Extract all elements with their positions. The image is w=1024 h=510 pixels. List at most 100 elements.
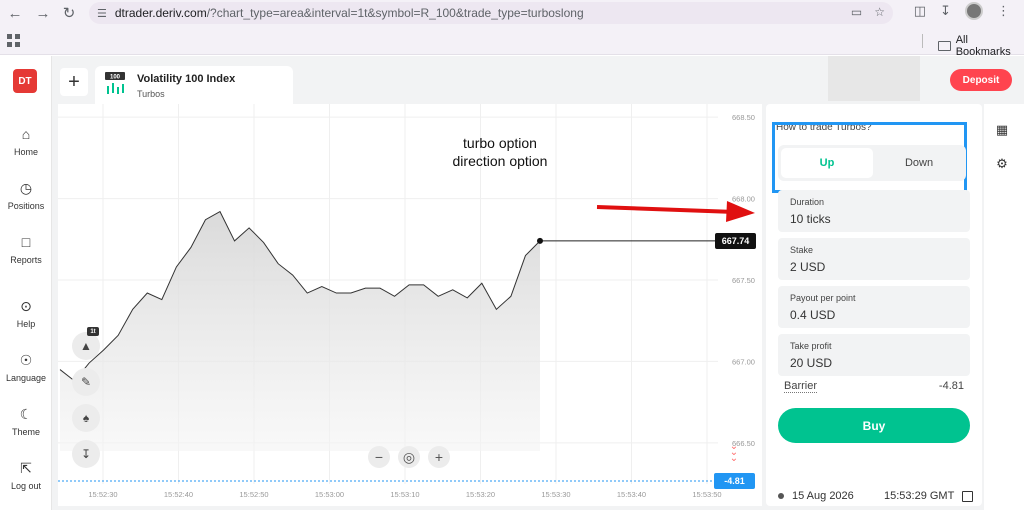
screen-cast-icon[interactable]: ▭ (851, 5, 862, 19)
bookmarks-bar: All Bookmarks (0, 27, 1024, 58)
crosshair-button[interactable]: ◎ (398, 446, 420, 468)
x-tick-label: 15:52:30 (88, 490, 117, 499)
sidebar-item-logout[interactable]: ⇱ Log out (0, 460, 52, 491)
market-subtitle: Turbos (137, 89, 165, 99)
profile-avatar[interactable] (965, 2, 983, 20)
barrier-price-tag: -4.81 (714, 473, 755, 489)
dt-logo[interactable]: DT (13, 69, 37, 93)
field-value: 10 ticks (790, 212, 831, 226)
last-tick-dot (537, 237, 543, 244)
menu-kebab-icon[interactable]: ⋮ (997, 3, 1010, 19)
stake-field[interactable]: Stake 2 USD (778, 238, 970, 280)
reload-icon[interactable]: ↻ (58, 2, 80, 24)
url-host: dtrader.deriv.com (114, 6, 207, 20)
x-tick-label: 15:53:50 (692, 490, 721, 499)
pencil-icon: ✎ (80, 375, 92, 389)
sidebar-item-home[interactable]: ⌂ Home (0, 126, 52, 157)
payout-per-point-field[interactable]: Payout per point 0.4 USD (778, 286, 970, 328)
status-date: 15 Aug 2026 (792, 490, 854, 502)
annotation-line-1: turbo option (463, 135, 537, 151)
fullscreen-icon[interactable] (962, 490, 974, 502)
clock-icon: ◷ (19, 180, 33, 196)
sidebar-item-label: Language (5, 373, 47, 383)
extensions-icon[interactable]: ◫ (914, 3, 926, 19)
sidebar-item-label: Help (16, 319, 36, 329)
trade-params-icon[interactable]: ▦ (994, 122, 1010, 138)
barrier-label[interactable]: Barrier (784, 380, 818, 393)
x-tick-label: 15:52:50 (239, 490, 268, 499)
site-info-icon[interactable]: ☰ (97, 7, 107, 20)
barrier-value: -4.81 (938, 380, 964, 392)
down-button[interactable]: Down (874, 148, 964, 178)
bookmark-star-icon[interactable]: ☆ (874, 5, 885, 19)
status-bar: 15 Aug 2026 15:53:29 GMT (766, 482, 982, 510)
zoom-in-button[interactable]: + (428, 446, 450, 468)
sidebar-item-label: Positions (7, 201, 45, 211)
up-button[interactable]: Up (781, 148, 873, 178)
sidebar-item-reports[interactable]: □ Reports (0, 234, 52, 265)
status-time: 15:53:29 GMT (884, 490, 955, 502)
field-label: Payout per point (790, 293, 856, 303)
document-icon: □ (21, 234, 31, 250)
x-tick-label: 15:52:40 (164, 490, 193, 499)
direction-toggle: Up Down (778, 145, 966, 181)
dtrader-app: DT ⌂ Home ◷ Positions □ Reports ⊙ Help ☉… (0, 56, 1024, 510)
chart-interval-badge: 1t (87, 327, 99, 336)
volatility-index-icon: 100 (105, 72, 125, 94)
current-price-tag: 667.74 (715, 232, 756, 249)
chart-area[interactable]: 15:52:30 15:52:40 15:52:50 15:53:00 15:53:10… (58, 104, 762, 506)
download-icon[interactable]: ↧ (940, 3, 951, 19)
deposit-button[interactable]: Deposit (950, 69, 1012, 91)
field-value: 0.4 USD (790, 308, 836, 322)
home-icon: ⌂ (21, 126, 31, 142)
annotation-text: turbo option direction option (420, 134, 580, 170)
field-value: 20 USD (790, 356, 833, 370)
connection-status-icon (778, 493, 784, 499)
apps-grid-icon[interactable] (7, 34, 20, 47)
bot-icon[interactable]: ⚙ (994, 156, 1010, 172)
field-label: Take profit (790, 341, 832, 351)
y-tick-label: 668.50 (732, 113, 755, 122)
address-bar[interactable]: ☰ dtrader.deriv.com /?chart_type=area&in… (89, 2, 893, 24)
forward-icon[interactable]: → (32, 2, 54, 24)
sidebar-item-label: Reports (10, 255, 42, 265)
all-bookmarks-label: All Bookmarks (955, 34, 1011, 58)
sidebar-item-label: Home (13, 147, 38, 157)
take-profit-field[interactable]: Take profit 20 USD (778, 334, 970, 376)
x-tick-label: 15:53:40 (617, 490, 646, 499)
crosshair-icon: ◎ (402, 448, 416, 465)
chart-type-button[interactable]: ▲ (72, 332, 100, 360)
sidebar-item-positions[interactable]: ◷ Positions (0, 180, 52, 211)
market-name: Volatility 100 Index (137, 73, 236, 85)
account-balance-block[interactable] (828, 56, 920, 101)
app-header: + 100 Volatility 100 Index Turbos Deposi… (52, 56, 1024, 104)
all-bookmarks-button[interactable]: All Bookmarks (938, 34, 1024, 58)
sidebar-item-language[interactable]: ☉ Language (0, 352, 52, 383)
y-tick-label: 667.00 (732, 357, 755, 366)
duration-field[interactable]: Duration 10 ticks (778, 190, 970, 232)
field-value: 2 USD (790, 260, 826, 274)
indicators-button[interactable]: ♠ (72, 404, 100, 432)
x-tick-label: 15:53:30 (541, 490, 570, 499)
sidebar-item-theme[interactable]: ☾ Theme (0, 406, 52, 437)
sidebar: DT ⌂ Home ◷ Positions □ Reports ⊙ Help ☉… (0, 56, 52, 510)
market-tab[interactable]: 100 Volatility 100 Index Turbos (95, 66, 293, 104)
y-tick-label: 667.50 (732, 276, 755, 285)
add-market-button[interactable]: + (60, 68, 88, 96)
back-icon[interactable]: ← (4, 2, 26, 24)
buy-button[interactable]: Buy (778, 408, 970, 443)
annotation-arrow-icon (596, 201, 755, 222)
area-chart-icon: ▲ (80, 339, 92, 353)
chevron-down-icon: ⌄ ⌄ ⌄ (729, 441, 739, 464)
field-label: Duration (790, 197, 825, 207)
bookmarks-divider (922, 34, 923, 48)
globe-icon: ☉ (19, 352, 33, 368)
help-icon: ⊙ (20, 298, 32, 314)
download-chart-button[interactable]: ↧ (72, 440, 100, 468)
sidebar-item-label: Theme (11, 427, 40, 437)
logout-icon: ⇱ (20, 460, 32, 476)
zoom-out-button[interactable]: − (368, 446, 390, 468)
indicators-icon: ♠ (82, 411, 90, 425)
sidebar-item-help[interactable]: ⊙ Help (0, 298, 52, 329)
drawing-tools-button[interactable]: ✎ (72, 368, 100, 396)
